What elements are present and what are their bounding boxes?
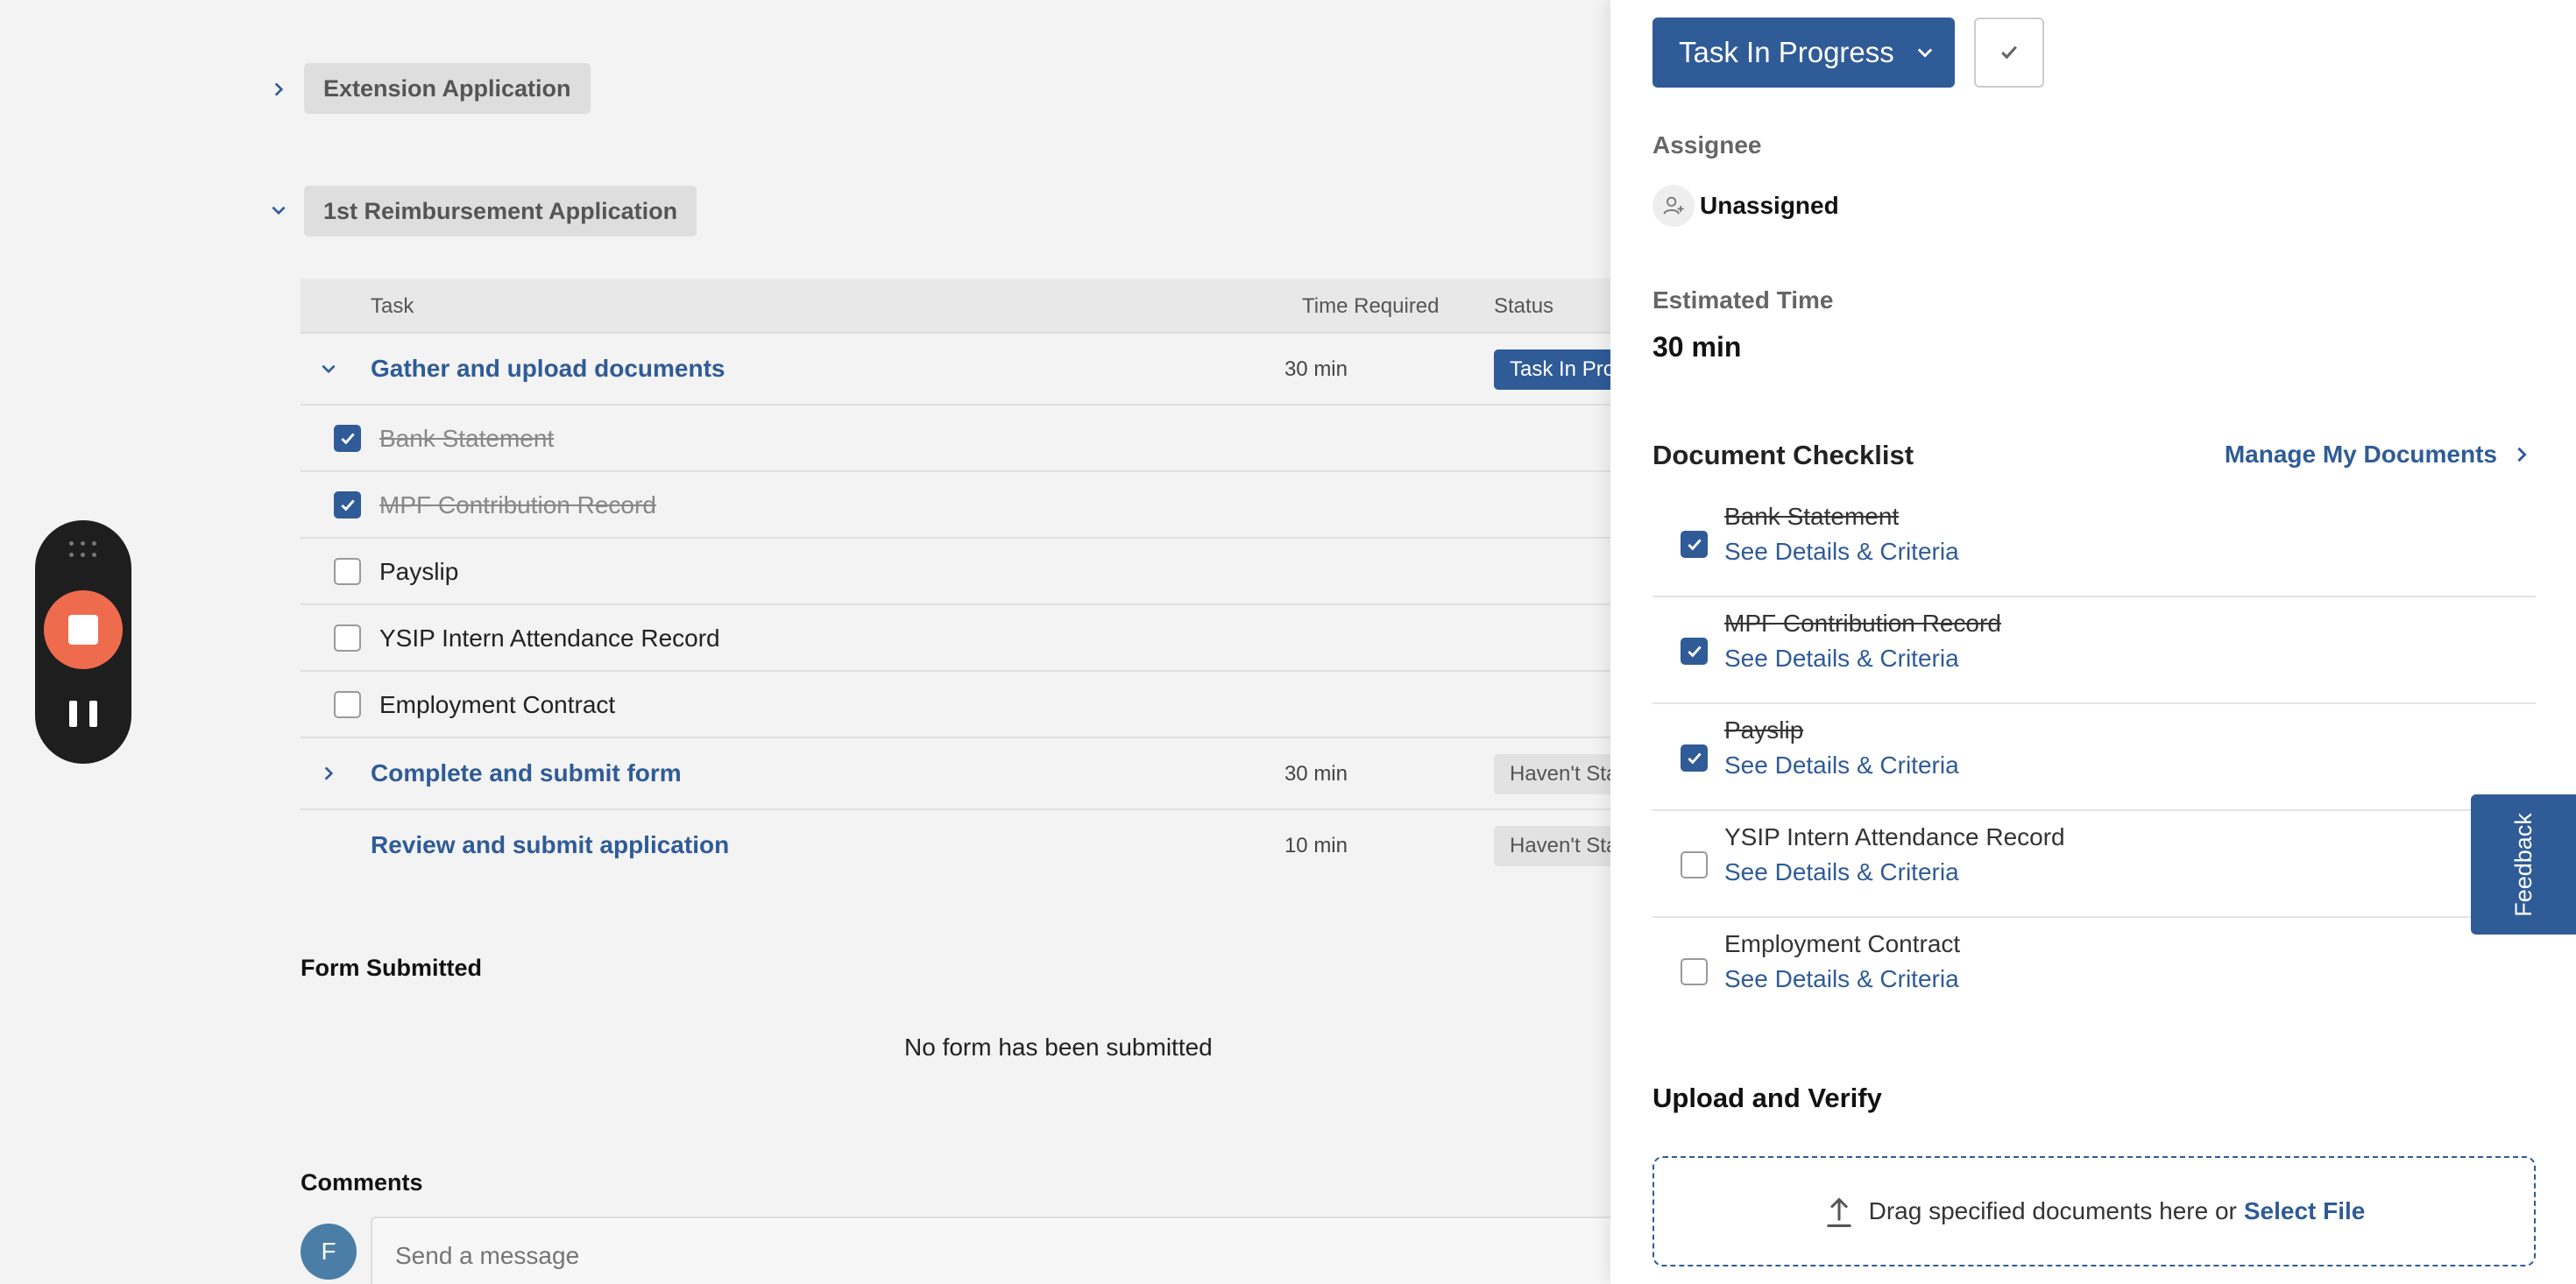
- expand-chevron-icon[interactable]: [266, 77, 291, 102]
- no-form-message: No form has been submitted: [904, 1034, 1213, 1061]
- pause-button[interactable]: [69, 701, 97, 730]
- header-time-required: Time Required: [1302, 294, 1440, 318]
- status-label: Task In Progress: [1679, 36, 1894, 68]
- upload-verify-title: Upload and Verify: [1652, 1083, 1882, 1113]
- status-dropdown-button[interactable]: Task In Progress: [1652, 18, 1955, 88]
- chevron-right-icon: [2517, 447, 2527, 462]
- collapse-chevron-icon[interactable]: [266, 198, 291, 222]
- checkbox[interactable]: [334, 558, 361, 585]
- checkbox[interactable]: [334, 624, 361, 652]
- see-details-link[interactable]: See Details & Criteria: [1724, 645, 1959, 673]
- list-item[interactable]: Employment Contract: [301, 672, 1612, 738]
- task-time: 10 min: [1284, 834, 1348, 857]
- group-extension-application[interactable]: Extension Application: [304, 63, 591, 114]
- drop-text: Drag specified documents here or: [1868, 1197, 2237, 1224]
- checklist-item: Employment Contract See Details & Criter…: [1652, 918, 2536, 1025]
- check-icon: [1687, 646, 1702, 657]
- manage-documents-link[interactable]: Manage My Documents: [2225, 441, 2532, 469]
- assignee-label: Assignee: [1652, 131, 1762, 159]
- check-icon: [2001, 46, 2017, 60]
- task-link[interactable]: Review and submit application: [371, 831, 729, 859]
- avatar: F: [301, 1224, 357, 1280]
- header-task: Task: [371, 294, 414, 318]
- list-item[interactable]: Bank Statement: [301, 406, 1612, 472]
- task-link[interactable]: Complete and submit form: [371, 759, 682, 787]
- see-details-link[interactable]: See Details & Criteria: [1724, 538, 1959, 566]
- checklist-item: Bank Statement See Details & Criteria: [1652, 490, 2536, 597]
- document-name: Payslip: [1724, 716, 1804, 744]
- task-link[interactable]: Gather and upload documents: [371, 355, 725, 383]
- feedback-tab[interactable]: Feedback: [2471, 794, 2576, 935]
- comments-title: Comments: [301, 1169, 423, 1196]
- list-item[interactable]: Payslip: [301, 539, 1612, 605]
- stop-icon: [68, 615, 98, 645]
- document-label: MPF Contribution Record: [379, 491, 656, 519]
- header-status: Status: [1494, 294, 1554, 318]
- file-dropzone[interactable]: Drag specified documents here or Select …: [1652, 1156, 2536, 1266]
- recorder-widget: [35, 520, 131, 764]
- feedback-label: Feedback: [2509, 812, 2537, 917]
- select-file-link[interactable]: Select File: [2244, 1197, 2366, 1225]
- task-row-complete-form[interactable]: Complete and submit form 30 min Haven't …: [301, 738, 1670, 810]
- see-details-link[interactable]: See Details & Criteria: [1724, 858, 1959, 886]
- check-icon: [340, 499, 355, 511]
- message-input[interactable]: [371, 1217, 1615, 1284]
- document-name: MPF Contribution Record: [1724, 610, 2001, 637]
- checklist-item: Payslip See Details & Criteria: [1652, 704, 2536, 811]
- task-detail-panel: Task In Progress Assignee Unassigned Est…: [1610, 0, 2576, 1284]
- task-time: 30 min: [1284, 357, 1348, 381]
- document-label: Bank Statement: [379, 425, 555, 452]
- list-item[interactable]: MPF Contribution Record: [301, 472, 1612, 539]
- table-header: Task Time Required Status: [301, 279, 1612, 334]
- see-details-link[interactable]: See Details & Criteria: [1724, 965, 1959, 993]
- collapse-chevron-icon[interactable]: [316, 356, 341, 381]
- checkbox[interactable]: [334, 491, 361, 519]
- estimated-time-value: 30 min: [1652, 331, 1742, 363]
- task-time: 30 min: [1284, 762, 1348, 786]
- drag-handle-icon[interactable]: [67, 541, 99, 559]
- document-name: Bank Statement: [1724, 503, 1900, 530]
- document-label: Payslip: [379, 558, 459, 585]
- checkbox[interactable]: [1681, 958, 1708, 985]
- checkbox[interactable]: [1681, 851, 1708, 878]
- check-icon: [1687, 752, 1702, 764]
- estimated-time-label: Estimated Time: [1652, 286, 1834, 314]
- form-submitted-title: Form Submitted: [301, 955, 482, 981]
- document-checklist-title: Document Checklist: [1652, 440, 1914, 470]
- stop-recording-button[interactable]: [44, 590, 123, 669]
- task-row-review[interactable]: Review and submit application 10 min Hav…: [301, 810, 1670, 882]
- chevron-down-icon: [1917, 48, 1933, 58]
- document-name: Employment Contract: [1724, 930, 1961, 957]
- check-icon: [340, 433, 355, 444]
- expand-chevron-icon[interactable]: [316, 761, 341, 786]
- document-name: YSIP Intern Attendance Record: [1724, 823, 2065, 850]
- checkbox[interactable]: [1681, 638, 1708, 665]
- task-table: Task Time Required Status Gather and upl…: [301, 279, 1682, 882]
- document-label: YSIP Intern Attendance Record: [379, 624, 720, 652]
- checkbox[interactable]: [334, 691, 361, 718]
- task-row-gather[interactable]: Gather and upload documents 30 min Task …: [301, 334, 1682, 406]
- see-details-link[interactable]: See Details & Criteria: [1724, 751, 1959, 780]
- checklist-item: YSIP Intern Attendance Record See Detail…: [1652, 811, 2536, 918]
- checkbox[interactable]: [1681, 744, 1708, 772]
- assignee-value[interactable]: Unassigned: [1700, 192, 1839, 220]
- upload-icon: [1827, 1197, 1851, 1227]
- mark-complete-button[interactable]: [1974, 18, 2044, 88]
- list-item[interactable]: YSIP Intern Attendance Record: [301, 605, 1612, 672]
- checkbox[interactable]: [334, 425, 361, 452]
- checkbox[interactable]: [1681, 531, 1708, 558]
- document-label: Employment Contract: [379, 691, 616, 718]
- pause-icon: [69, 701, 77, 727]
- add-user-icon[interactable]: [1652, 185, 1695, 227]
- checklist-item: MPF Contribution Record See Details & Cr…: [1652, 597, 2536, 704]
- check-icon: [1687, 539, 1702, 550]
- group-1st-reimbursement-application[interactable]: 1st Reimbursement Application: [304, 186, 697, 236]
